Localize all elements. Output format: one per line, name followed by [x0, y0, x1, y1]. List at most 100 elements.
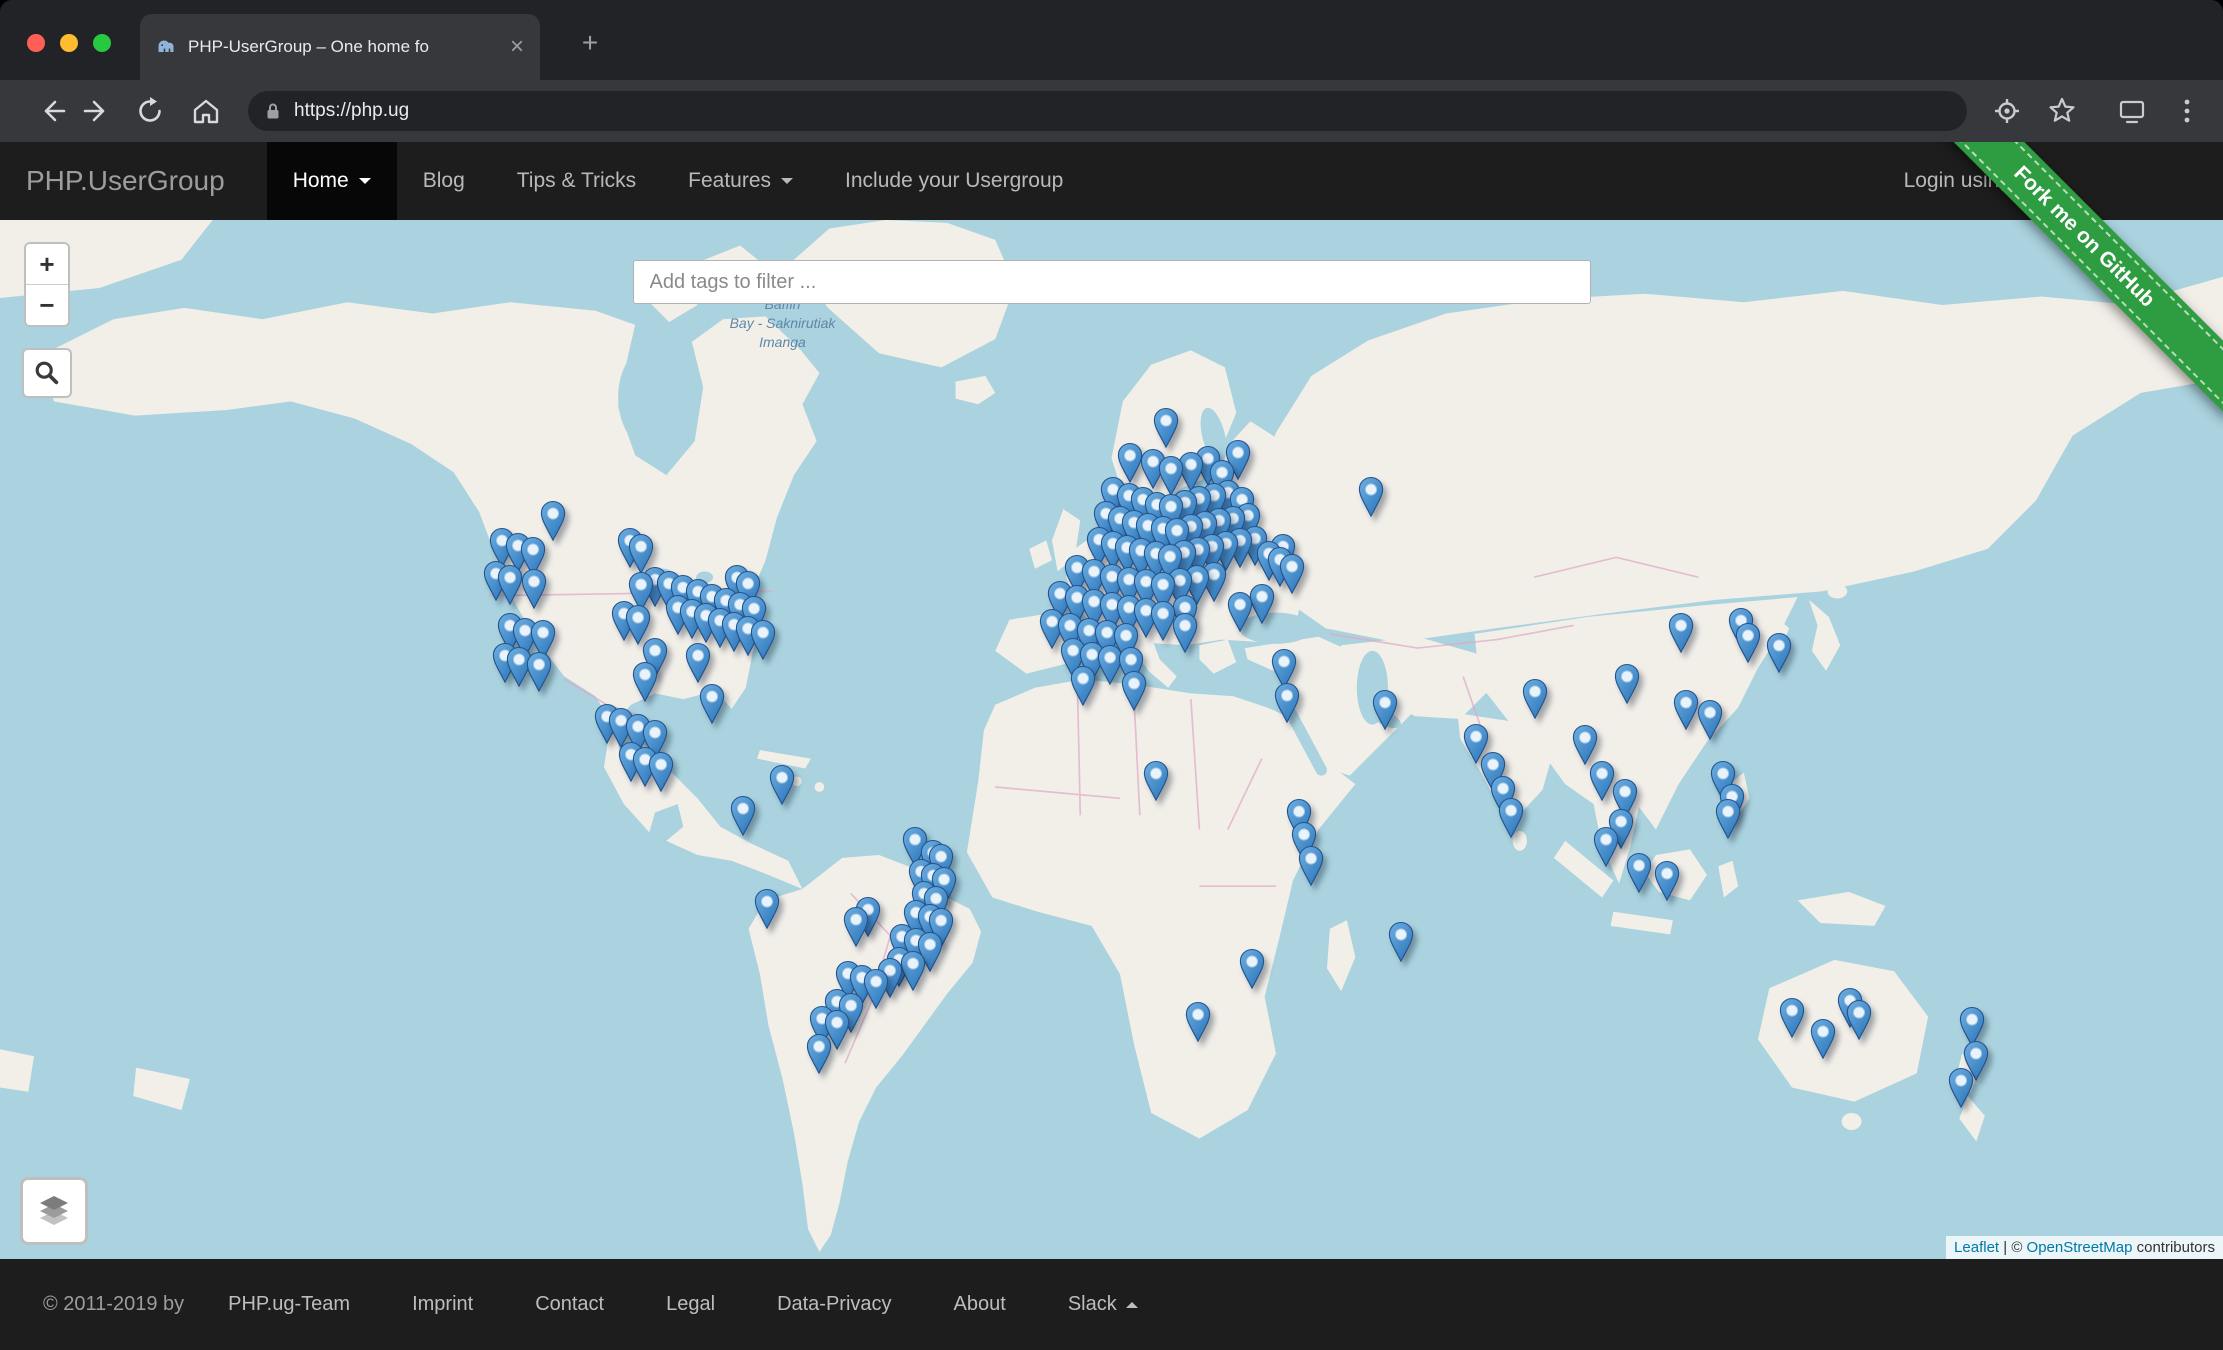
map-marker[interactable]: [685, 643, 710, 684]
footer-link-legal[interactable]: Legal: [666, 1293, 715, 1316]
map-marker[interactable]: [1499, 797, 1524, 838]
map-marker[interactable]: [1846, 1000, 1871, 1041]
map-marker[interactable]: [1153, 408, 1178, 449]
map-marker[interactable]: [522, 569, 547, 610]
leaflet-link[interactable]: Leaflet: [1954, 1239, 1999, 1256]
footer-copyright: © 2011-2019 by: [43, 1293, 184, 1316]
zoom-out-button[interactable]: −: [26, 285, 68, 325]
back-icon[interactable]: [36, 93, 72, 129]
nav-item-label: Home: [293, 169, 349, 193]
footer-link-imprint[interactable]: Imprint: [412, 1293, 473, 1316]
browser-window: PHP-UserGroup – One home fo × + https://…: [0, 0, 2223, 1350]
new-tab-button[interactable]: +: [572, 26, 608, 62]
nav-item-include-your-usergroup[interactable]: Include your Usergroup: [819, 142, 1089, 220]
maximize-window-button[interactable]: [93, 34, 111, 52]
osm-link[interactable]: OpenStreetMap: [2027, 1239, 2133, 1256]
map-marker[interactable]: [1811, 1019, 1836, 1060]
map-marker[interactable]: [1185, 1001, 1210, 1042]
tab-close-icon[interactable]: ×: [510, 35, 524, 59]
map-marker[interactable]: [1239, 949, 1264, 990]
map-marker[interactable]: [1279, 554, 1304, 595]
map-marker[interactable]: [1173, 613, 1198, 654]
map-marker[interactable]: [900, 950, 925, 991]
map-marker[interactable]: [1716, 799, 1741, 840]
tag-filter-input[interactable]: [633, 260, 1591, 304]
map-marker[interactable]: [1358, 477, 1383, 518]
nav-item-label: Blog: [423, 169, 465, 193]
map-marker[interactable]: [1071, 666, 1096, 707]
map-marker[interactable]: [633, 661, 658, 702]
location-target-icon[interactable]: [1989, 93, 2025, 129]
map-marker[interactable]: [750, 620, 775, 661]
footer-slack-label: Slack: [1068, 1293, 1117, 1316]
footer-link-contact[interactable]: Contact: [535, 1293, 604, 1316]
attribution-separator: | ©: [1999, 1239, 2026, 1256]
map-marker[interactable]: [1388, 922, 1413, 963]
layers-icon: [34, 1191, 74, 1231]
reload-icon[interactable]: [132, 93, 168, 129]
caret-down-icon: [359, 178, 371, 184]
map-marker[interactable]: [1626, 853, 1651, 894]
browser-tab[interactable]: PHP-UserGroup – One home fo ×: [140, 14, 540, 80]
layers-control[interactable]: [20, 1177, 88, 1245]
footer-link-about[interactable]: About: [954, 1293, 1006, 1316]
map-marker[interactable]: [648, 752, 673, 793]
map-marker[interactable]: [1697, 700, 1722, 741]
search-icon: [33, 359, 61, 387]
footer-links: PHP.ug-Team Imprint Contact Legal Data-Priva…: [228, 1293, 1006, 1316]
map-marker[interactable]: [526, 651, 551, 692]
map-marker[interactable]: [1615, 664, 1640, 705]
address-bar[interactable]: https://php.ug: [248, 91, 1967, 131]
map-marker[interactable]: [1767, 633, 1792, 674]
forward-icon[interactable]: [77, 93, 113, 129]
map-marker[interactable]: [1373, 690, 1398, 731]
map-marker[interactable]: [754, 888, 779, 929]
map-marker[interactable]: [1150, 600, 1175, 641]
nav-item-features[interactable]: Features: [662, 142, 819, 220]
nav-item-home[interactable]: Home: [267, 142, 397, 220]
footer-link-php-ug-team[interactable]: PHP.ug-Team: [228, 1293, 350, 1316]
map-marker[interactable]: [807, 1034, 832, 1075]
close-window-button[interactable]: [27, 34, 45, 52]
send-to-device-icon[interactable]: [2114, 93, 2150, 129]
map-markers: [0, 220, 2223, 1259]
map-marker[interactable]: [1275, 683, 1300, 724]
bookmark-star-icon[interactable]: [2044, 93, 2080, 129]
map-marker[interactable]: [1669, 613, 1694, 654]
zoom-in-button[interactable]: +: [26, 244, 68, 285]
map-marker[interactable]: [864, 969, 889, 1010]
footer-link-slack[interactable]: Slack: [1068, 1293, 1138, 1316]
map-marker[interactable]: [1736, 623, 1761, 664]
map-marker[interactable]: [699, 684, 724, 725]
map-search-button[interactable]: [22, 348, 72, 398]
map-marker[interactable]: [1143, 761, 1168, 802]
brand-link[interactable]: PHP.UserGroup: [26, 165, 225, 197]
map-marker[interactable]: [1594, 827, 1619, 868]
map-marker[interactable]: [1299, 846, 1324, 887]
minimize-window-button[interactable]: [60, 34, 78, 52]
map-marker[interactable]: [1779, 997, 1804, 1038]
nav-item-tips-tricks[interactable]: Tips & Tricks: [491, 142, 662, 220]
nav-item-blog[interactable]: Blog: [397, 142, 491, 220]
home-icon[interactable]: [188, 93, 224, 129]
map-marker[interactable]: [1249, 583, 1274, 624]
map-marker[interactable]: [730, 796, 755, 837]
map-marker[interactable]: [1122, 671, 1147, 712]
map-container[interactable]: BaffinBay - SaknirutiakImanga + − Leafle…: [0, 220, 2223, 1259]
map-marker[interactable]: [1590, 761, 1615, 802]
nav-item-label: Features: [688, 169, 771, 193]
map-marker[interactable]: [1948, 1068, 1973, 1109]
map-marker[interactable]: [844, 907, 869, 948]
site-footer: © 2011-2019 by PHP.ug-Team Imprint Contact…: [0, 1259, 2223, 1350]
browser-toolbar: https://php.ug: [0, 80, 2223, 142]
footer-link-data-privacy[interactable]: Data-Privacy: [777, 1293, 891, 1316]
map-marker[interactable]: [1228, 592, 1253, 633]
map-marker[interactable]: [1673, 690, 1698, 731]
site-navbar: PHP.UserGroup Home Blog Tips & Tricks Featu…: [0, 142, 2223, 220]
map-marker[interactable]: [1523, 678, 1548, 719]
browser-menu-icon[interactable]: [2169, 93, 2205, 129]
map-marker[interactable]: [498, 565, 523, 606]
zoom-control: + −: [24, 242, 70, 327]
map-marker[interactable]: [770, 765, 795, 806]
map-marker[interactable]: [1655, 861, 1680, 902]
